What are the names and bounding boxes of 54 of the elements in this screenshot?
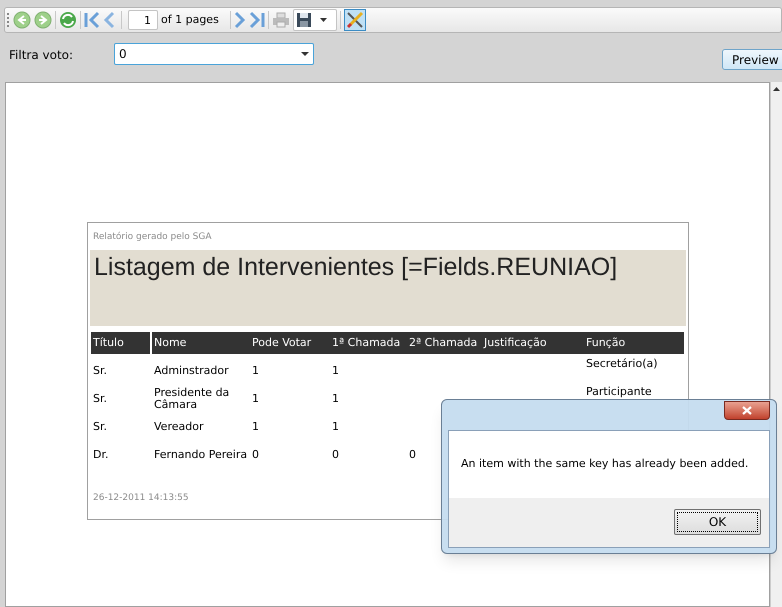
table-cell: Fernando Pereira bbox=[154, 448, 248, 461]
table-cell: 1 bbox=[252, 364, 259, 377]
caret-icon bbox=[301, 52, 309, 56]
table-cell: Secretário(a) bbox=[586, 357, 658, 370]
table-cell: 1 bbox=[252, 420, 259, 433]
table-cell: 1 bbox=[332, 420, 339, 433]
table-cell: Sr. bbox=[93, 392, 107, 405]
table-cell: Presidente da Câmara bbox=[154, 386, 230, 411]
forward-icon[interactable] bbox=[34, 11, 52, 29]
last-page-icon[interactable] bbox=[248, 11, 265, 29]
table-cell: 0 bbox=[409, 448, 416, 461]
refresh-icon[interactable] bbox=[59, 11, 77, 29]
report-timestamp: 26-12-2011 14:13:55 bbox=[93, 492, 190, 505]
column-header: 1ª Chamada bbox=[330, 332, 407, 354]
filter-dropdown[interactable]: 0 bbox=[114, 43, 314, 65]
save-dropdown[interactable] bbox=[292, 9, 337, 31]
column-header: Pode Votar bbox=[250, 332, 330, 354]
column-header: Título bbox=[91, 332, 150, 354]
design-tools-button[interactable] bbox=[344, 9, 366, 31]
scroll-up-icon[interactable] bbox=[773, 87, 780, 91]
table-cell: 0 bbox=[332, 448, 339, 461]
close-button[interactable] bbox=[724, 401, 770, 420]
page-count-label: of 1 pages bbox=[161, 12, 219, 28]
previous-page-icon[interactable] bbox=[103, 11, 115, 29]
page-number-field[interactable]: 1 bbox=[128, 10, 158, 30]
grip-icon bbox=[7, 12, 10, 28]
report-title: Listagem de Intervenientes [=Fields.REUNIAO] bbox=[94, 253, 618, 281]
preview-button[interactable]: Preview bbox=[722, 49, 782, 70]
header-note: Relatório gerado pelo SGA bbox=[93, 231, 213, 242]
table-cell: 1 bbox=[332, 392, 339, 405]
table-cell: Vereador bbox=[154, 420, 204, 433]
table-cell: 1 bbox=[252, 392, 259, 405]
column-header: 2ª Chamada bbox=[407, 332, 482, 354]
print-icon[interactable] bbox=[272, 11, 290, 29]
dialog-message: An item with the same key has already been added. bbox=[461, 456, 748, 472]
filter-label: Filtra voto: bbox=[9, 47, 74, 64]
first-page-icon[interactable] bbox=[84, 11, 100, 29]
close-icon bbox=[742, 406, 752, 415]
back-icon[interactable] bbox=[13, 11, 31, 29]
table-cell: Sr. bbox=[93, 364, 107, 377]
next-page-icon[interactable] bbox=[234, 11, 246, 29]
table-cell: Participante bbox=[586, 385, 652, 398]
caret-icon bbox=[320, 18, 327, 22]
tools-icon bbox=[346, 11, 364, 29]
table-cell: Dr. bbox=[93, 448, 108, 461]
save-icon bbox=[296, 12, 312, 28]
column-header: Justificação bbox=[482, 332, 584, 354]
column-header: Nome bbox=[150, 332, 250, 354]
table-cell: 1 bbox=[332, 364, 339, 377]
ok-button[interactable]: OK bbox=[674, 509, 761, 535]
column-header: Função bbox=[584, 332, 684, 354]
table-cell: Sr. bbox=[93, 420, 107, 433]
table-cell: Adminstrador bbox=[154, 364, 229, 377]
table-cell: 0 bbox=[252, 448, 259, 461]
